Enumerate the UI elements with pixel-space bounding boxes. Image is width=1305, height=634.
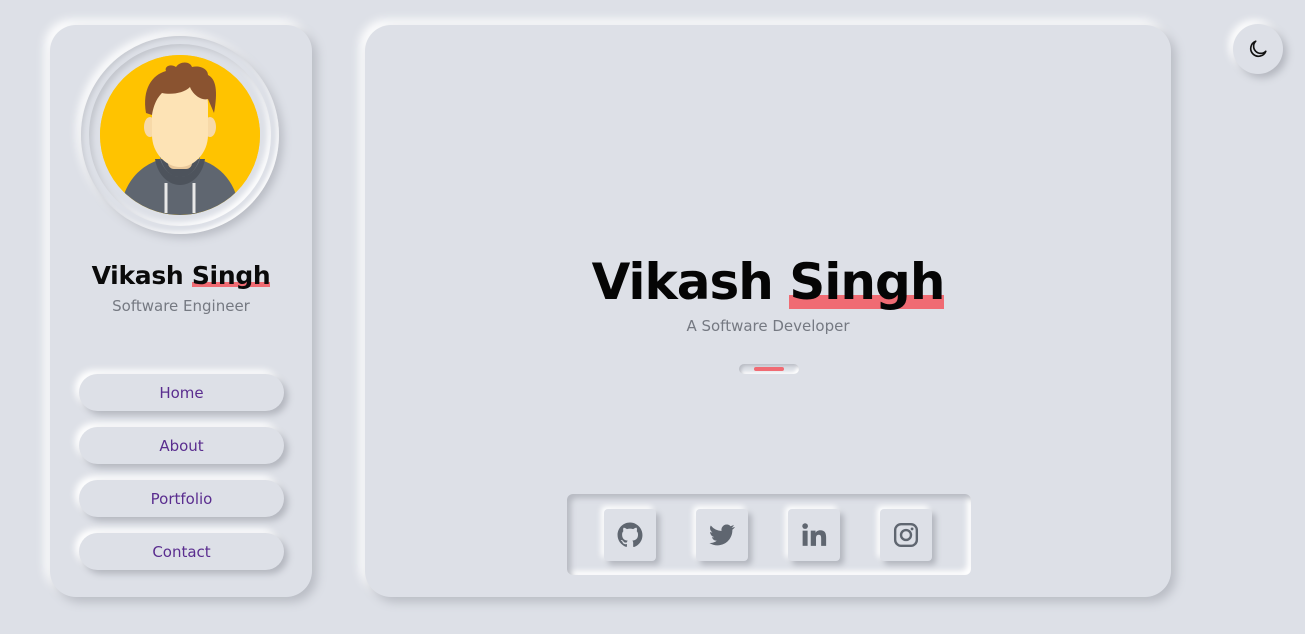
person-avatar-icon: [100, 55, 260, 215]
hero-first-name: Vikash: [591, 253, 790, 311]
profile-sidebar: Vikash Singh Software Engineer Home Abou…: [50, 25, 312, 597]
hero-subtitle: A Software Developer: [686, 317, 850, 335]
profile-last-name: Singh: [191, 261, 271, 290]
moon-icon: [1249, 40, 1267, 58]
scroll-indicator-dot: [754, 367, 784, 371]
hero-last-name: Singh: [789, 253, 945, 311]
profile-first-name: Vikash: [91, 261, 192, 290]
profile-name: Vikash Singh: [50, 261, 312, 290]
nav-portfolio-button[interactable]: Portfolio: [79, 480, 284, 517]
hero-title: Vikash Singh: [365, 253, 1171, 311]
nav-about-button[interactable]: About: [79, 427, 284, 464]
nav-contact-button[interactable]: Contact: [79, 533, 284, 570]
twitter-button[interactable]: [696, 509, 748, 561]
github-icon: [617, 522, 643, 547]
theme-toggle-button[interactable]: [1233, 24, 1283, 74]
page: Vikash Singh Software Engineer Home Abou…: [0, 0, 1305, 634]
linkedin-button[interactable]: [788, 509, 840, 561]
nav-home-button[interactable]: Home: [79, 374, 284, 411]
avatar-frame: [81, 36, 279, 234]
avatar-inner-ring: [89, 44, 271, 226]
linkedin-icon: [802, 523, 827, 546]
avatar: [100, 55, 260, 215]
instagram-button[interactable]: [880, 509, 932, 561]
twitter-icon: [709, 524, 735, 546]
github-button[interactable]: [604, 509, 656, 561]
social-links: [567, 494, 971, 575]
hero-card: Vikash Singh A Software Developer: [365, 25, 1171, 597]
instagram-icon: [893, 522, 919, 548]
scroll-indicator: [739, 364, 799, 374]
profile-role: Software Engineer: [112, 297, 250, 315]
